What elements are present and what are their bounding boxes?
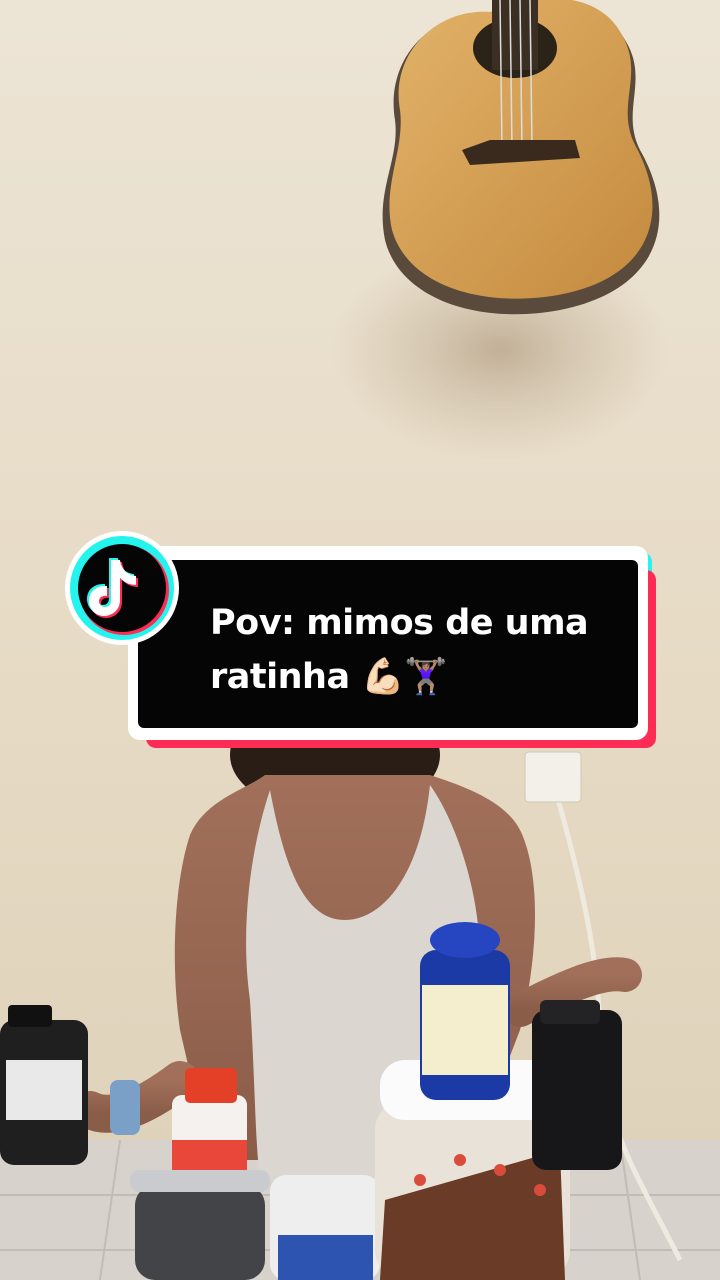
bottle-left [0, 1005, 88, 1165]
bottle-dark [532, 1000, 622, 1170]
caption-text: Pov: mimos de uma ratinha 💪🏻🏋🏽‍♀️ [210, 603, 589, 697]
jar-gray [130, 1170, 270, 1280]
tiktok-logo-icon [65, 531, 179, 645]
video-frame: Pov: mimos de uma ratinha 💪🏻🏋🏽‍♀️ [0, 0, 720, 1280]
jar-white [270, 1175, 380, 1280]
caption-sticker: Pov: mimos de uma ratinha 💪🏻🏋🏽‍♀️ [64, 530, 656, 752]
